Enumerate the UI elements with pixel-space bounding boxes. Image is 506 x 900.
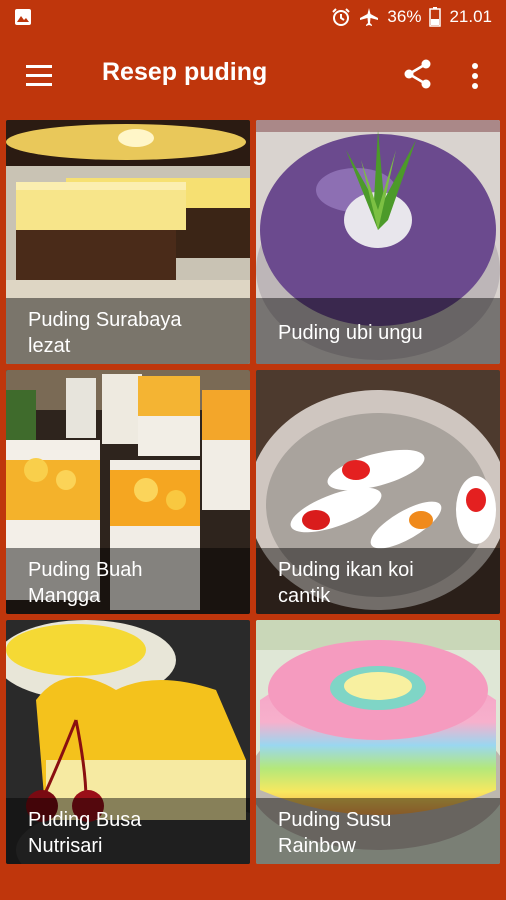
- recipe-title-line2: Rainbow: [278, 835, 356, 857]
- airplane-icon: [360, 8, 379, 26]
- app-title: Resep puding: [102, 58, 268, 86]
- recipe-title-line1: Puding Buah: [28, 559, 143, 581]
- recipe-card-surabaya[interactable]: Puding Surabaya lezat: [6, 120, 250, 364]
- recipe-caption: Puding Busa Nutrisari: [6, 798, 250, 864]
- share-icon[interactable]: [402, 58, 434, 90]
- recipe-title-line2: Nutrisari: [28, 835, 103, 857]
- recipe-grid: Puding Surabaya lezat Puding ubi ungu Pu…: [0, 118, 506, 900]
- status-bar: 36% 21.01: [0, 0, 506, 34]
- recipe-card-buah-mangga[interactable]: Puding Buah Mangga: [6, 370, 250, 614]
- bottom-background: [0, 864, 506, 900]
- recipe-card-ikan-koi[interactable]: Puding ikan koi cantik: [256, 370, 500, 614]
- recipe-title-line2: cantik: [278, 585, 331, 607]
- alarm-icon: [332, 8, 351, 26]
- recipe-title-line1: Puding Susu: [278, 809, 392, 831]
- more-vert-icon[interactable]: [466, 60, 484, 92]
- clock-time: 21.01: [449, 7, 492, 26]
- recipe-title-line2: Mangga: [28, 585, 101, 607]
- recipe-title-line1: Puding ubi ungu: [278, 322, 423, 344]
- recipe-caption: Puding ubi ungu: [256, 298, 500, 364]
- recipe-card-ubi-ungu[interactable]: Puding ubi ungu: [256, 120, 500, 364]
- battery-icon: [429, 7, 442, 27]
- image-icon: [15, 9, 31, 25]
- recipe-card-susu-rainbow[interactable]: Puding Susu Rainbow: [256, 620, 500, 864]
- recipe-title-line2: lezat: [28, 335, 71, 357]
- recipe-title-line1: Puding Busa: [28, 809, 142, 831]
- recipe-title-line1: Puding ikan koi: [278, 559, 414, 581]
- menu-icon[interactable]: [24, 62, 56, 90]
- recipe-caption: Puding Surabaya lezat: [6, 298, 250, 364]
- recipe-title-line1: Puding Surabaya: [28, 309, 182, 331]
- recipe-caption: Puding Buah Mangga: [6, 548, 250, 614]
- app-bar: Resep puding: [0, 34, 506, 118]
- recipe-card-busa-nutrisari[interactable]: Puding Busa Nutrisari: [6, 620, 250, 864]
- battery-percent: 36%: [387, 7, 422, 26]
- recipe-caption: Puding Susu Rainbow: [256, 798, 500, 864]
- recipe-caption: Puding ikan koi cantik: [256, 548, 500, 614]
